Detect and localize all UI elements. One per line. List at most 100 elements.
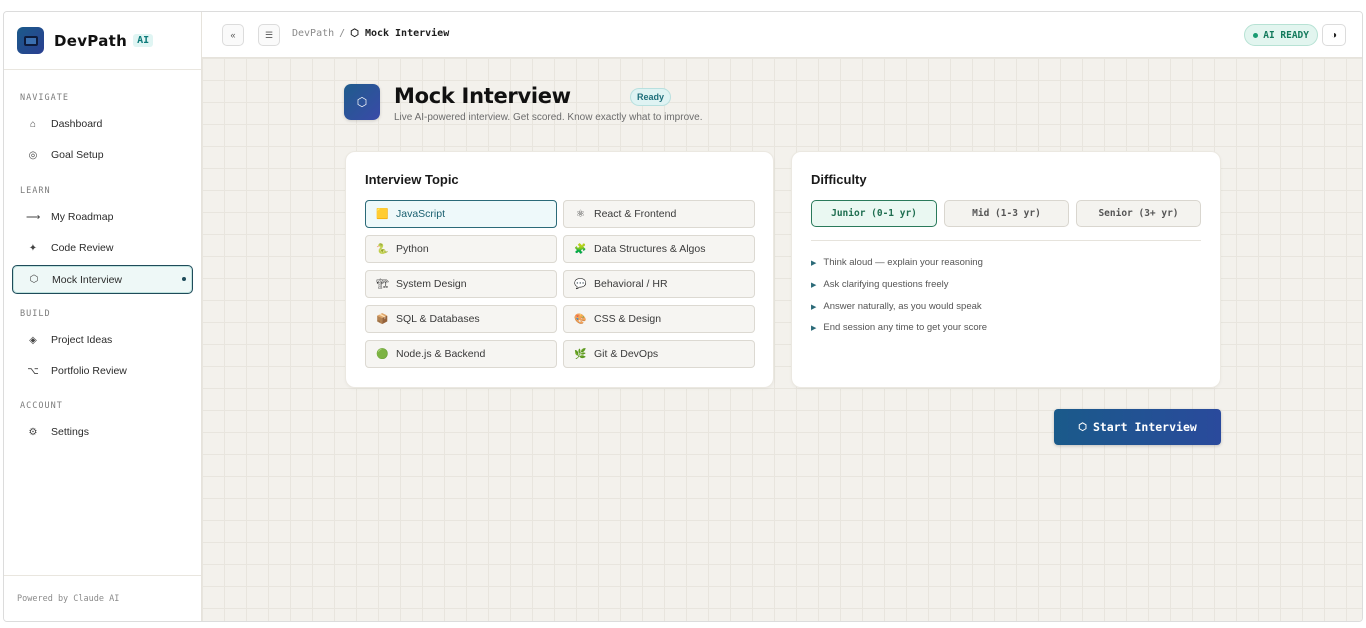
section-title: NAVIGATE [20,93,69,103]
palette-icon: 🎨 [574,313,587,325]
topic-option-css-design[interactable]: 🎨 CSS & Design [563,305,755,333]
topic-option-git-devops[interactable]: 🌿 Git & DevOps [563,340,755,368]
green-circle-icon: 🟢 [376,348,389,360]
nav-section-learn: LEARN ⟶ My Roadmap ✦ Code Review ⬡ Mock … [4,186,201,294]
section-title: ACCOUNT [20,401,63,411]
tip-item: ▶ End session any time to get your score [811,322,987,333]
sidebar-item-portfolio-review[interactable]: ⌥ Portfolio Review [12,359,193,383]
divider [811,240,1201,241]
sidebar-item-goal-setup[interactable]: ◎ Goal Setup [12,143,193,167]
topic-label: Git & DevOps [594,348,659,360]
tip-text: Think aloud — explain your reasoning [823,257,983,268]
sidebar-item-code-review[interactable]: ✦ Code Review [12,236,193,260]
sidebar-item-label: My Roadmap [51,211,114,223]
page-title: Mock Interview [394,84,571,108]
brand-badge: AI [133,34,154,47]
sidebar-item-label: Code Review [51,242,114,254]
topic-option-javascript[interactable]: 🟨 JavaScript [365,200,557,228]
react-icon: ⚛ [576,208,585,220]
breadcrumb-separator: / [339,28,346,39]
double-chevron-left-icon: « [230,30,236,40]
topic-label: Behavioral / HR [594,278,668,290]
puzzle-icon: 🧩 [574,243,587,255]
javascript-icon: 🟨 [376,208,389,220]
sidebar-item-label: Project Ideas [51,334,113,346]
section-title: LEARN [20,186,51,196]
sidebar-item-my-roadmap[interactable]: ⟶ My Roadmap [12,205,193,229]
topic-option-react-frontend[interactable]: ⚛ React & Frontend [563,200,755,228]
topbar: « ☰ DevPath / ⬡ Mock Interview AI READY ◑ [202,12,1362,58]
home-icon: ⌂ [29,118,37,130]
arrow-right-icon: ⟶ [26,211,41,223]
menu-button[interactable]: ☰ [258,24,280,46]
card-title: Difficulty [811,172,867,187]
brand[interactable]: DevPath AI [4,12,201,70]
topic-option-nodejs-backend[interactable]: 🟢 Node.js & Backend [365,340,557,368]
brand-name: DevPath [54,31,128,50]
status-badge: Ready [630,88,672,106]
topic-option-sql-databases[interactable]: 📦 SQL & Databases [365,305,557,333]
branch-icon: ⌥ [27,365,39,377]
tip-item: ▶ Answer naturally, as you would speak [811,301,982,312]
hexagon-icon: ⬡ [29,274,39,285]
collapse-sidebar-button[interactable]: « [222,24,244,46]
sidebar-item-label: Mock Interview [52,273,123,286]
sidebar-item-settings[interactable]: ⚙ Settings [12,420,193,444]
mock-interview-icon: ⬡ [344,84,380,120]
breadcrumb-current: ⬡ Mock Interview [350,28,450,39]
topic-label: Python [396,243,429,255]
start-interview-button[interactable]: ⬡ Start Interview [1054,409,1221,445]
nav-section-build: BUILD ◈ Project Ideas ⌥ Portfolio Review [4,309,201,383]
topic-label: Data Structures & Algos [594,243,706,255]
breadcrumb-root[interactable]: DevPath [292,28,334,39]
sidebar-item-label: Settings [51,426,89,438]
start-interview-label: Start Interview [1092,420,1197,434]
tip-text: Ask clarifying questions freely [823,279,949,290]
card-title: Interview Topic [365,172,459,187]
sidebar-footer: Powered by Claude AI [4,575,201,621]
topic-label: System Design [396,278,467,290]
difficulty-card: Difficulty Junior (0-1 yr) Mid (1-3 yr) … [791,151,1221,388]
contrast-icon: ◑ [1330,29,1338,41]
brand-logo-icon [17,27,44,54]
bullet-triangle-icon: ▶ [811,259,817,267]
sidebar-item-project-ideas[interactable]: ◈ Project Ideas [12,328,193,352]
sidebar-item-dashboard[interactable]: ⌂ Dashboard [12,112,193,136]
speech-bubble-icon: 💬 [574,278,587,290]
topic-label: CSS & Design [594,313,662,325]
database-icon: 📦 [376,313,389,325]
app-window: DevPath AI NAVIGATE ⌂ Dashboard ◎ Goal S… [3,11,1363,622]
interview-topic-card: Interview Topic 🟨 JavaScript ⚛ React & F… [345,151,774,388]
diamond-icon: ◈ [29,334,37,346]
topic-option-python[interactable]: 🐍 Python [365,235,557,263]
nav-section-navigate: NAVIGATE ⌂ Dashboard ◎ Goal Setup [4,93,201,167]
tip-item: ▶ Ask clarifying questions freely [811,279,949,290]
target-icon: ◎ [28,149,38,161]
bullet-triangle-icon: ▶ [811,281,817,289]
sidebar: DevPath AI NAVIGATE ⌂ Dashboard ◎ Goal S… [4,12,202,621]
hamburger-icon: ☰ [264,29,274,40]
difficulty-junior-button[interactable]: Junior (0-1 yr) [811,200,937,227]
main-content: ⬡ Mock Interview Ready Live AI-powered i… [202,58,1362,621]
topic-option-data-structures[interactable]: 🧩 Data Structures & Algos [563,235,755,263]
sidebar-item-label: Portfolio Review [51,365,127,377]
sidebar-item-mock-interview[interactable]: ⬡ Mock Interview [12,265,193,294]
status-dot-icon [1253,32,1259,38]
bullet-triangle-icon: ▶ [811,303,817,311]
difficulty-senior-button[interactable]: Senior (3+ yr) [1076,200,1201,227]
ai-status-badge: AI READY [1244,24,1318,46]
tip-text: Answer naturally, as you would speak [823,301,982,312]
difficulty-mid-button[interactable]: Mid (1-3 yr) [944,200,1069,227]
tip-text: End session any time to get your score [823,322,988,333]
sparkle-icon: ✦ [28,242,38,254]
topic-option-system-design[interactable]: 🏗 System Design [365,270,557,298]
nav-section-account: ACCOUNT ⚙ Settings [4,401,201,444]
hexagon-icon: ⬡ [1078,421,1087,433]
topic-label: SQL & Databases [396,313,480,325]
theme-toggle-button[interactable]: ◑ [1322,24,1346,46]
sidebar-item-label: Dashboard [51,118,103,130]
topic-option-behavioral-hr[interactable]: 💬 Behavioral / HR [563,270,755,298]
python-icon: 🐍 [376,243,389,255]
active-indicator [182,277,186,281]
section-title: BUILD [20,309,51,319]
